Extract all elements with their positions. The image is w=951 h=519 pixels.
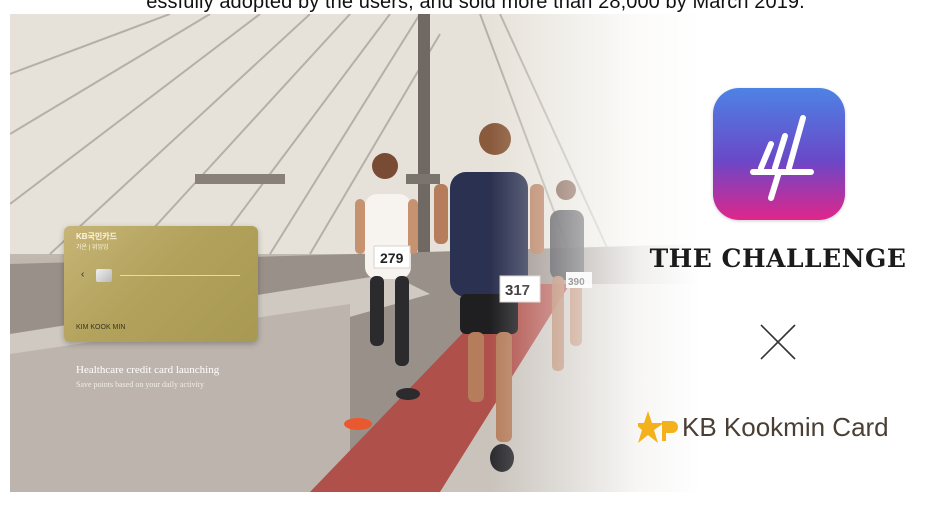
card-subtitle: 가온 | 위잉잉 xyxy=(76,245,109,251)
promo-title: Healthcare credit card launching xyxy=(76,364,220,376)
the-challenge-app-icon xyxy=(713,88,845,220)
top-caption: essfully adopted by the users, and sold … xyxy=(146,0,805,13)
kb-kookmin-card-name: KB Kookmin Card xyxy=(682,412,889,442)
credit-card: KB국민카드 가온 | 위잉잉 ‹ KIM KOOK MIN xyxy=(64,226,258,342)
card-chip-icon xyxy=(96,269,112,282)
kb-star-logo-icon xyxy=(638,411,678,443)
cross-icon xyxy=(760,324,796,360)
promo-subtitle: Save points based on your daily activity xyxy=(76,380,204,389)
card-holder-name: KIM KOOK MIN xyxy=(76,324,126,331)
bib-left: 279 xyxy=(380,250,404,266)
app-name: THE CHALLENGE xyxy=(649,244,907,273)
chevron-left-icon: ‹ xyxy=(81,269,85,280)
card-divider xyxy=(120,275,240,276)
card-brand: KB국민카드 xyxy=(76,232,117,241)
